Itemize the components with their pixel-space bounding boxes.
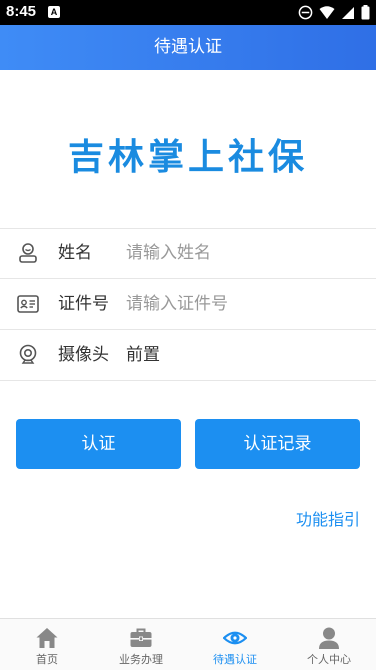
status-a-badge: A — [48, 6, 60, 18]
name-input[interactable] — [126, 238, 356, 268]
camera-value[interactable]: 前置 — [126, 330, 160, 380]
tab-benefit-verification[interactable]: 待遇认证 — [188, 619, 282, 670]
verify-records-button[interactable]: 认证记录 — [195, 419, 360, 469]
tab-personal-center-label: 个人中心 — [307, 653, 351, 666]
status-bar: 8:45 A — [0, 0, 376, 25]
name-row: 姓名 — [0, 228, 376, 278]
eye-icon — [223, 631, 247, 645]
status-time: 8:45 — [6, 3, 37, 20]
tab-business-label: 业务办理 — [119, 653, 163, 666]
verify-button[interactable]: 认证 — [16, 419, 181, 469]
user-badge-icon — [19, 243, 37, 263]
status-icons — [298, 4, 370, 21]
do-not-disturb-icon — [298, 5, 313, 20]
id-number-label: 证件号 — [58, 294, 109, 314]
page-title: 待遇认证 — [154, 37, 222, 57]
wifi-icon — [319, 5, 335, 19]
briefcase-icon — [130, 628, 152, 647]
id-card-icon — [17, 295, 39, 313]
page-header: 待遇认证 — [0, 25, 376, 70]
tab-home[interactable]: 首页 — [0, 619, 94, 670]
person-icon — [319, 627, 339, 649]
camera-row[interactable]: 摄像头 前置 — [0, 330, 376, 380]
logo-area: 吉林掌上社保 — [0, 70, 376, 228]
signal-icon — [342, 6, 354, 19]
id-number-row: 证件号 — [0, 279, 376, 329]
tab-home-label: 首页 — [36, 653, 58, 666]
name-label: 姓名 — [58, 243, 92, 263]
divider — [0, 380, 376, 381]
tab-benefit-verification-label: 待遇认证 — [213, 653, 257, 666]
tab-business[interactable]: 业务办理 — [94, 619, 188, 670]
home-icon — [36, 628, 58, 648]
webcam-icon — [19, 344, 37, 364]
bottom-tab-bar: 首页 业务办理 待遇认证 个人中心 — [0, 618, 376, 670]
tab-personal-center[interactable]: 个人中心 — [282, 619, 376, 670]
feature-guide-link[interactable]: 功能指引 — [296, 506, 360, 530]
app-logo-text: 吉林掌上社保 — [67, 137, 308, 178]
camera-label: 摄像头 — [58, 345, 109, 365]
id-number-input[interactable] — [126, 289, 356, 319]
battery-icon — [361, 5, 370, 20]
